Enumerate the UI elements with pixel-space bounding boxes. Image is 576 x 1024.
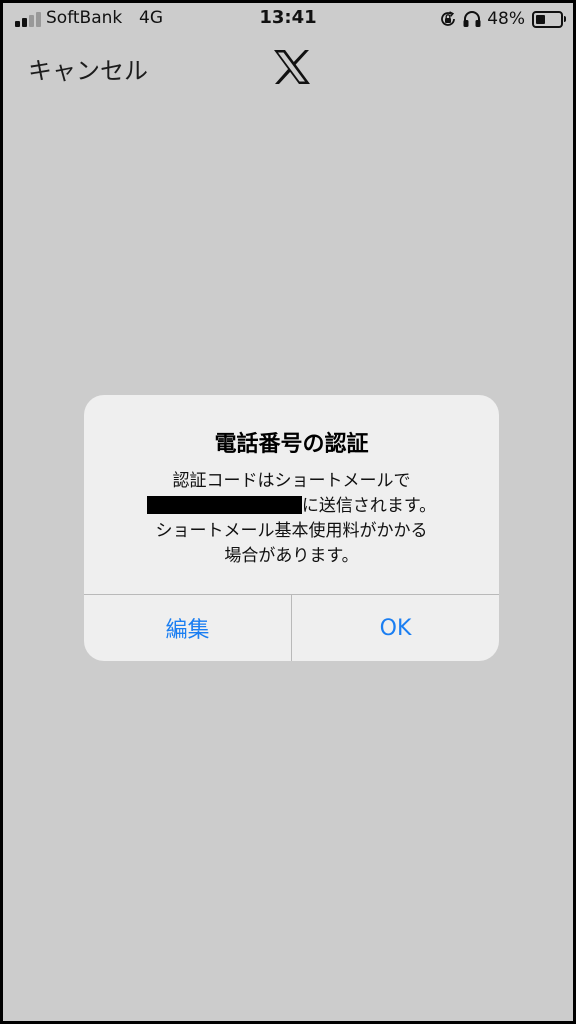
- dialog-message-line-2-text: に送信されます。: [301, 496, 437, 516]
- battery-icon: [532, 10, 566, 28]
- dialog-message-line-2: に送信されます。: [84, 491, 499, 516]
- battery-percentage: 48%: [487, 9, 525, 29]
- screen: SoftBank 4G 13:41 48% キャンセル 電話番号の認証 認証コー…: [0, 0, 576, 1024]
- x-logo-icon: [274, 50, 310, 84]
- dialog-message-line-1: 認証コードはショートメールで: [172, 471, 411, 491]
- headphones-icon: [463, 11, 481, 27]
- dialog-title: 電話番号の認証: [214, 432, 369, 457]
- cancel-button[interactable]: キャンセル: [28, 51, 148, 86]
- redacted-phone-number: [146, 496, 302, 514]
- ok-button[interactable]: OK: [292, 595, 499, 661]
- orientation-lock-icon: [441, 11, 456, 26]
- edit-button[interactable]: 編集: [84, 595, 291, 661]
- status-right-group: 48%: [439, 6, 566, 32]
- verification-alert-dialog: 電話番号の認証 認証コードはショートメールで に送信されます。 ショートメール基…: [84, 395, 499, 661]
- dialog-message-line-4: 場合があります。: [224, 546, 359, 566]
- dialog-message-line-3: ショートメール基本使用料がかかる: [155, 521, 428, 541]
- status-bar: SoftBank 4G 13:41 48%: [3, 3, 573, 35]
- battery-level: [536, 14, 545, 24]
